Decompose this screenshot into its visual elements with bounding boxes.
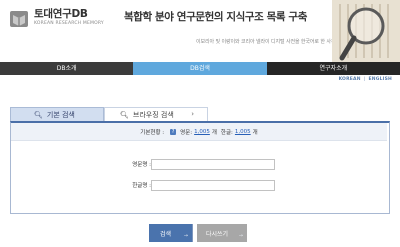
tab-browse-search[interactable]: 🔍︎ 브라우징 검색 › [104,107,208,121]
status-korean-label: 한글: [220,129,233,136]
help-icon[interactable]: ? [170,128,177,135]
tab-basic-search-label: 기본 검색 [46,110,75,119]
search-icon: 🔍︎ [34,110,43,119]
main-nav: DB소개 DB검색 연구자소개 [0,62,400,75]
nav-item-researchers[interactable]: 연구자소개 [266,62,400,75]
english-name-label: 영문명 : [132,162,151,168]
project-tagline-sub: 이보리아 및 이랑이와 코리아 넬라이 디지털 사전을 한국어로 한 사전 활용 [196,39,346,45]
status-korean-count-link[interactable]: 1,005 [235,129,251,135]
site-logo[interactable]: 토대연구DB KOREAN RESEARCH MEMORY [8,8,104,30]
lang-korean-link[interactable]: KOREAN [339,77,361,82]
search-button[interactable]: 검색 → [149,224,193,242]
language-switch: KOREAN | ENGLISH [339,77,392,82]
search-icon: 🔍︎ [120,110,129,119]
english-name-row: 영문명 : [11,159,387,173]
status-english-count-link[interactable]: 1,005 [194,129,210,135]
english-name-input[interactable] [151,159,275,170]
reset-button-label: 다시쓰기 [206,230,229,238]
logo-title: 토대연구DB [34,8,88,20]
magnifier-document-image [332,0,400,62]
korean-name-input[interactable] [151,180,275,191]
site-header: 토대연구DB KOREAN RESEARCH MEMORY 복합학 분야 연구문… [0,0,400,62]
lang-english-link[interactable]: ENGLISH [369,77,392,82]
arrow-right-icon: → [238,233,243,239]
logo-subtitle: KOREAN RESEARCH MEMORY [34,21,104,26]
search-button-label: 검색 [160,230,172,238]
chevron-right-icon: › [191,110,194,118]
search-tabs: 🔍︎ 기본 검색 🔍︎ 브라우징 검색 › [10,107,208,121]
status-english-unit: 개 [211,129,217,136]
status-label: 기본현황 : [140,129,165,136]
project-tagline: 복합학 분야 연구문헌의 지식구조 목록 구축 [124,11,307,23]
reset-button[interactable]: 다시쓰기 → [197,224,247,242]
lang-divider: | [363,77,366,82]
korean-name-row: 한글명 : [11,180,387,194]
search-panel: 기본현황 : ? 영문: 1,005 개 한글: 1,005 개 영문명 : 한… [10,121,390,214]
status-english-label: 영문: [180,129,193,136]
db-status-bar: 기본현황 : ? 영문: 1,005 개 한글: 1,005 개 [11,123,387,141]
nav-item-db-intro[interactable]: DB소개 [0,62,133,75]
tab-browse-search-label: 브라우징 검색 [132,110,174,119]
tab-basic-search[interactable]: 🔍︎ 기본 검색 [10,107,104,121]
logo-emblem-icon [10,11,28,27]
korean-name-label: 한글명 : [132,183,151,189]
nav-item-db-search[interactable]: DB검색 [133,62,267,75]
arrow-right-icon: → [183,233,188,239]
status-korean-unit: 개 [252,129,258,136]
